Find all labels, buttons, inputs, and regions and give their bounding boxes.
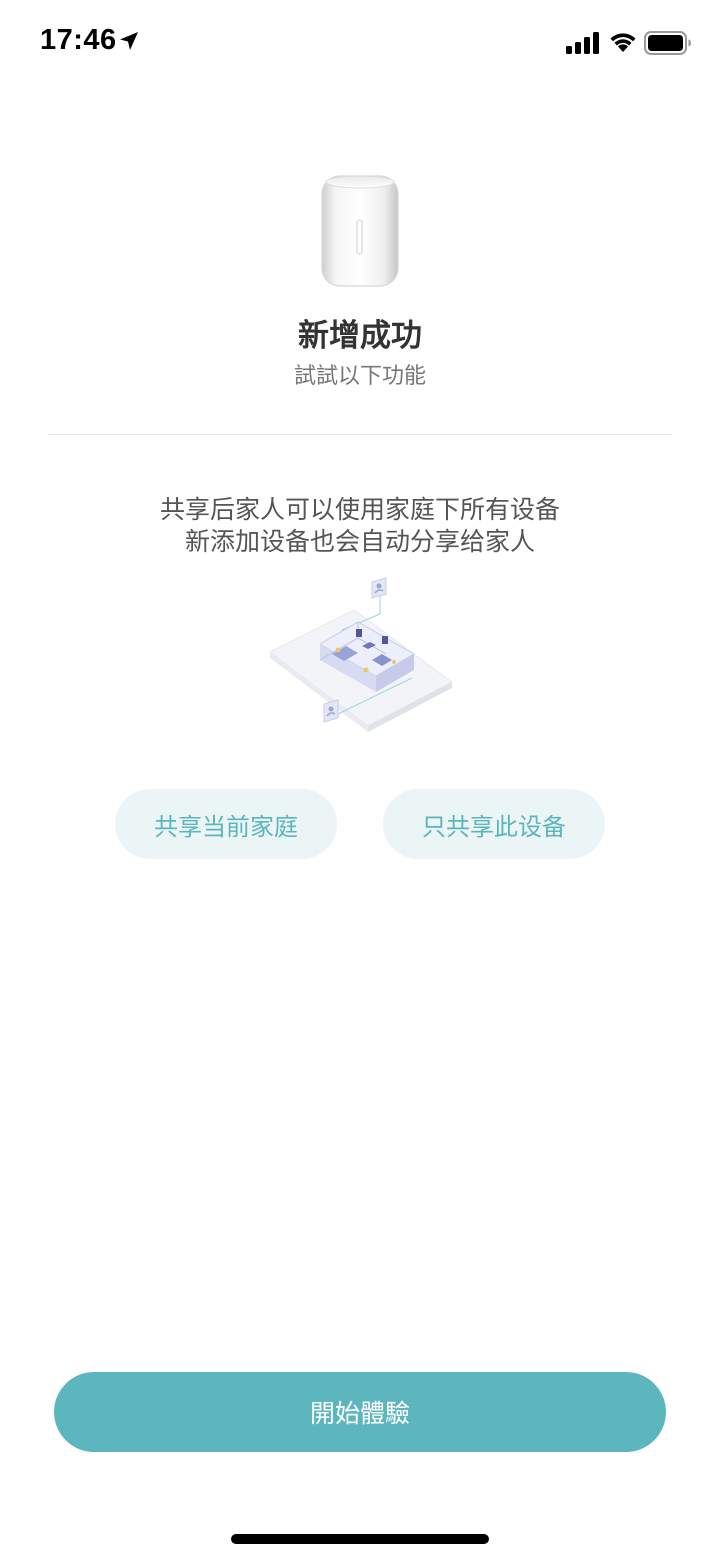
status-bar: 17:46 <box>0 0 720 88</box>
smart-home-share-illustration <box>269 577 453 732</box>
home-indicator[interactable] <box>231 1534 489 1544</box>
location-arrow-icon <box>120 32 138 50</box>
share-this-device-button[interactable]: 只共享此设备 <box>383 789 605 859</box>
cellular-signal-icon <box>566 32 599 54</box>
battery-icon <box>644 31 691 55</box>
divider <box>48 434 672 435</box>
page-title: 新增成功 <box>298 318 422 354</box>
wifi-icon <box>610 33 636 52</box>
share-description-line-2: 新添加设备也会自动分享给家人 <box>184 527 535 556</box>
status-time: 17:46 <box>40 24 117 56</box>
bedside-lamp-icon <box>321 175 399 287</box>
page-subtitle: 試試以下功能 <box>293 364 426 389</box>
share-current-family-button[interactable]: 共享当前家庭 <box>115 789 337 859</box>
start-experience-button[interactable]: 開始體驗 <box>54 1372 666 1452</box>
share-description-line-1: 共享后家人可以使用家庭下所有设备 <box>159 495 560 524</box>
